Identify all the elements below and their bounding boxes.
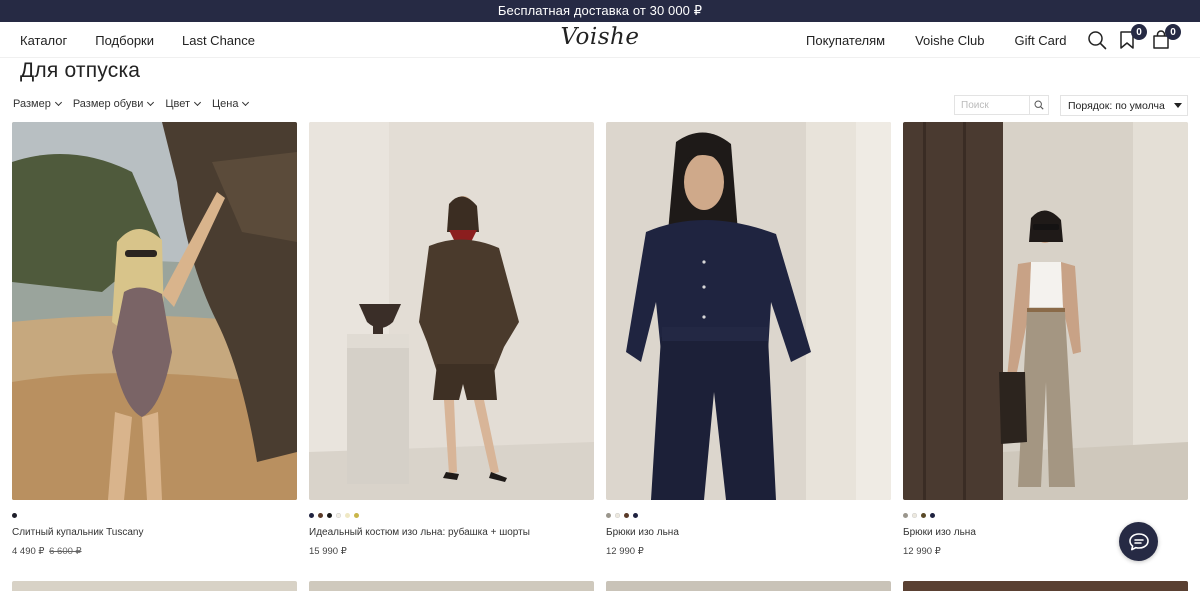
- caret-down-icon: [1174, 103, 1182, 108]
- color-swatch[interactable]: [327, 512, 332, 518]
- product-name[interactable]: Брюки изо льна: [606, 527, 891, 538]
- filter-color-label: Цвет: [165, 98, 190, 110]
- color-swatch[interactable]: [336, 512, 341, 518]
- color-swatches: [309, 512, 594, 518]
- product-card: Брюки изо льна 12 990 ₽: [903, 122, 1188, 557]
- catalog-search: [954, 95, 1049, 115]
- product-image-partial[interactable]: [12, 581, 297, 591]
- chevron-down-icon: [147, 98, 155, 107]
- product-price-row: 15 990 ₽: [309, 546, 594, 557]
- color-swatch[interactable]: [633, 512, 638, 518]
- product-price: 12 990 ₽: [903, 546, 941, 557]
- color-swatch[interactable]: [345, 512, 350, 518]
- product-image-partial[interactable]: [606, 581, 891, 591]
- product-image[interactable]: [12, 122, 297, 500]
- search-submit-icon[interactable]: [1029, 96, 1048, 114]
- color-swatch[interactable]: [921, 512, 926, 518]
- promo-banner: Бесплатная доставка от 30 000 ₽: [0, 0, 1200, 22]
- product-price: 15 990 ₽: [309, 546, 347, 557]
- page-title: Для отпуска: [20, 59, 141, 82]
- product-card: Брюки изо льна 12 990 ₽: [606, 122, 891, 557]
- product-price: 12 990 ₽: [606, 546, 644, 557]
- product-price-row: 12 990 ₽: [606, 546, 891, 557]
- favorites-button[interactable]: 0: [1116, 24, 1147, 51]
- nav-collections[interactable]: Подборки: [95, 33, 154, 48]
- product-old-price: 6 600 ₽: [49, 546, 82, 557]
- color-swatches: [606, 512, 891, 518]
- color-swatch[interactable]: [354, 512, 359, 518]
- filter-size-label: Размер: [13, 98, 51, 110]
- cart-count-badge: 0: [1165, 24, 1181, 40]
- color-swatch[interactable]: [903, 512, 908, 518]
- nav-voishe-club[interactable]: Voishe Club: [915, 33, 984, 48]
- nav-gift-card[interactable]: Gift Card: [1014, 33, 1066, 48]
- nav-last-chance[interactable]: Last Chance: [182, 33, 255, 48]
- main-nav: Каталог Подборки Last Chance: [20, 22, 255, 58]
- product-price: 4 490 ₽: [12, 546, 45, 557]
- favorites-count-badge: 0: [1131, 24, 1147, 40]
- color-swatches: [12, 512, 297, 518]
- filter-price-label: Цена: [212, 98, 239, 110]
- secondary-nav: Покупателям Voishe Club Gift Card: [806, 22, 1066, 58]
- chevron-down-icon: [242, 98, 250, 107]
- nav-customers[interactable]: Покупателям: [806, 33, 885, 48]
- chat-icon: [1128, 532, 1149, 550]
- product-name[interactable]: Слитный купальник Tuscany: [12, 527, 297, 538]
- nav-catalog[interactable]: Каталог: [20, 33, 67, 48]
- filter-color[interactable]: Цвет: [165, 98, 202, 110]
- product-image[interactable]: [309, 122, 594, 500]
- chevron-down-icon: [193, 98, 202, 107]
- color-swatch[interactable]: [606, 512, 611, 518]
- chevron-down-icon: [54, 98, 62, 107]
- product-image-partial[interactable]: [903, 581, 1188, 591]
- site-header: Каталог Подборки Last Chance Voishe Поку…: [0, 22, 1200, 58]
- product-price-row: 4 490 ₽ 6 600 ₽: [12, 546, 297, 557]
- cart-button[interactable]: 0: [1150, 24, 1181, 51]
- color-swatch[interactable]: [912, 512, 917, 518]
- product-image[interactable]: [606, 122, 891, 500]
- promo-text: Бесплатная доставка от 30 000 ₽: [497, 3, 703, 18]
- filter-shoe-size[interactable]: Размер обуви: [72, 98, 155, 110]
- filter-bar: Размер Размер обуви Цвет Цена: [13, 96, 250, 112]
- product-image-partial[interactable]: [309, 581, 594, 591]
- chat-button[interactable]: [1119, 522, 1158, 561]
- product-image[interactable]: [903, 122, 1188, 500]
- filter-price[interactable]: Цена: [212, 98, 250, 110]
- color-swatch[interactable]: [624, 512, 629, 518]
- color-swatch[interactable]: [930, 512, 935, 518]
- color-swatch[interactable]: [318, 512, 323, 518]
- product-name[interactable]: Идеальный костюм изо льна: рубашка + шор…: [309, 527, 594, 538]
- product-card: Идеальный костюм изо льна: рубашка + шор…: [309, 122, 594, 557]
- sort-select[interactable]: Порядок: по умолчанию: [1060, 95, 1188, 116]
- color-swatch[interactable]: [12, 512, 17, 518]
- color-swatch[interactable]: [615, 512, 620, 518]
- catalog-search-input[interactable]: [955, 96, 1029, 114]
- search-icon[interactable]: [1086, 29, 1108, 51]
- header-icons: 0 0: [1086, 24, 1181, 54]
- filter-size[interactable]: Размер: [13, 98, 62, 110]
- product-card: Слитный купальник Tuscany 4 490 ₽ 6 600 …: [12, 122, 297, 557]
- filter-shoe-size-label: Размер обуви: [72, 98, 144, 110]
- color-swatch[interactable]: [309, 512, 314, 518]
- color-swatches: [903, 512, 1188, 518]
